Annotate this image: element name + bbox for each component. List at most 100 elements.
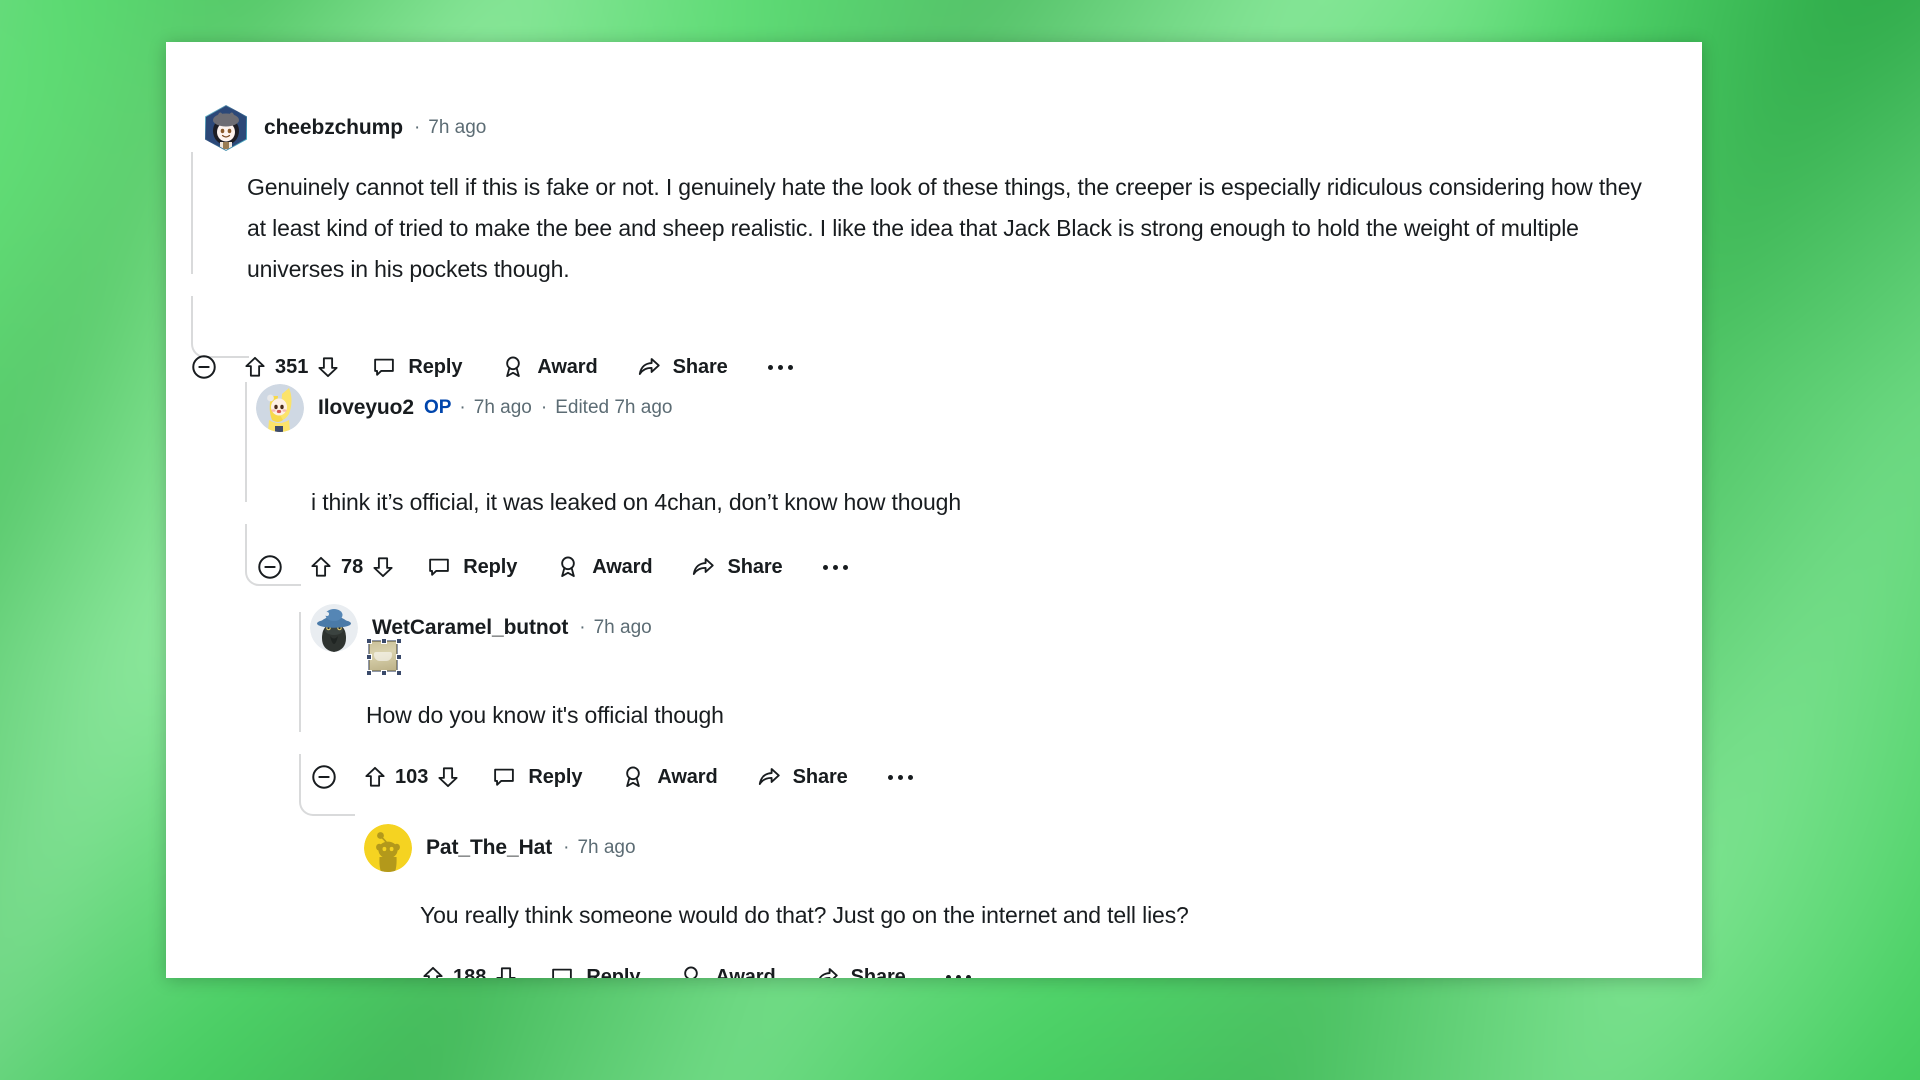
comment-4-reply-button[interactable]: Reply xyxy=(549,957,640,978)
share-arrow-icon xyxy=(818,968,838,978)
award-medal-icon xyxy=(684,966,699,978)
comment-1-reply-button[interactable]: Reply xyxy=(371,347,462,387)
thread-line-depth-3 xyxy=(299,612,301,732)
comment-1-timestamp: 7h ago xyxy=(428,117,487,138)
comment-bubble-icon xyxy=(429,558,450,576)
award-medal-icon xyxy=(626,766,641,788)
comment-4-actions: 188 Reply Award Share xyxy=(420,957,971,978)
comment-3-share-button[interactable]: Share xyxy=(756,757,848,797)
comment-3-vote-group: 103 xyxy=(362,764,461,790)
comment-3-separator: · xyxy=(579,617,586,638)
comment-1-header: cheebzchump · 7h ago xyxy=(202,104,486,152)
comment-3-score: 103 xyxy=(395,765,429,788)
anime-hexagon-avatar[interactable] xyxy=(202,104,250,152)
downvote-button[interactable] xyxy=(370,554,396,580)
comment-1-actions: 351 Reply Award Share xyxy=(190,347,793,387)
yellow-snoo-avatar[interactable] xyxy=(364,824,412,872)
blue-hat-beard-avatar[interactable] xyxy=(310,604,358,652)
upvote-button[interactable] xyxy=(242,354,268,380)
flair-handle-br xyxy=(396,670,402,676)
upvote-arrow-icon xyxy=(365,766,385,787)
comment-1-award-button[interactable]: Award xyxy=(500,347,598,387)
thread-line-depth-1 xyxy=(191,152,193,274)
comment-4-separator: · xyxy=(563,837,570,858)
award-label: Award xyxy=(715,965,776,979)
comment-bubble-icon xyxy=(494,768,515,786)
upvote-button[interactable] xyxy=(362,764,388,790)
share-arrow-icon xyxy=(638,358,660,375)
more-options-icon xyxy=(887,774,913,780)
reply-label: Reply xyxy=(408,355,463,378)
comment-2-edited: Edited 7h ago xyxy=(555,397,673,418)
more-options-icon xyxy=(767,364,793,370)
comment-3-header: WetCaramel_butnot · 7h ago xyxy=(310,604,652,652)
comment-1-score: 351 xyxy=(275,355,309,378)
more-options-icon xyxy=(945,974,971,978)
flair-handle-tl xyxy=(366,638,372,644)
reply-label: Reply xyxy=(463,555,518,578)
comment-3-more-button[interactable] xyxy=(887,757,913,797)
comment-2-header: Iloveyuo2 OP · 7h ago · Edited 7h ago xyxy=(256,384,672,432)
comment-2-score: 78 xyxy=(341,555,364,578)
comment-4-username[interactable]: Pat_The_Hat xyxy=(426,836,552,860)
share-arrow-icon xyxy=(758,768,780,785)
comment-1-separator: · xyxy=(413,117,421,138)
award-label: Award xyxy=(657,765,718,788)
downvote-button[interactable] xyxy=(435,764,461,790)
flair-handle-ml xyxy=(366,654,372,660)
flair-handle-bc xyxy=(381,670,387,676)
downvote-arrow-icon xyxy=(496,967,516,978)
share-arrow-icon xyxy=(693,558,715,575)
comment-3-timestamp: 7h ago xyxy=(593,617,652,638)
collapse-thread-button[interactable] xyxy=(256,547,284,587)
collapse-thread-button[interactable] xyxy=(310,757,338,797)
comment-2-vote-group: 78 xyxy=(308,554,396,580)
comment-3-award-button[interactable]: Award xyxy=(620,757,718,797)
comment-4-score: 188 xyxy=(453,965,487,979)
downvote-arrow-icon xyxy=(373,557,393,578)
minus-circle-icon xyxy=(312,765,336,789)
minecraft-sandstone-flair[interactable] xyxy=(366,638,402,676)
comment-2-share-button[interactable]: Share xyxy=(690,547,783,587)
upvote-button[interactable] xyxy=(420,964,446,978)
comment-4-award-button[interactable]: Award xyxy=(678,957,776,979)
minus-circle-icon xyxy=(192,355,216,379)
comment-4-timestamp: 7h ago xyxy=(577,837,636,858)
share-label: Share xyxy=(850,965,906,979)
comment-1-vote-group: 351 xyxy=(242,354,341,380)
comment-2-username[interactable]: Iloveyuo2 xyxy=(318,396,414,420)
reply-label: Reply xyxy=(586,965,641,979)
comment-2-award-button[interactable]: Award xyxy=(555,547,653,587)
comment-4-more-button[interactable] xyxy=(945,957,971,978)
downvote-button[interactable] xyxy=(493,964,519,978)
flair-handle-tc xyxy=(381,638,387,644)
comment-2-separator-1: · xyxy=(459,397,466,418)
comment-4-body: You really think someone would do that? … xyxy=(420,902,1189,928)
flair-handle-tr xyxy=(396,638,402,644)
award-medal-icon xyxy=(506,356,521,378)
flair-handle-mr xyxy=(396,654,402,660)
downvote-arrow-icon xyxy=(438,767,458,788)
banana-suit-avatar[interactable] xyxy=(256,384,304,432)
downvote-button[interactable] xyxy=(315,354,341,380)
comment-3-actions: 103 Reply Award Share xyxy=(310,757,913,797)
op-badge: OP xyxy=(423,397,452,418)
comment-2-reply-button[interactable]: Reply xyxy=(426,547,517,587)
award-label: Award xyxy=(537,355,598,378)
upvote-button[interactable] xyxy=(308,554,334,580)
comment-3-reply-button[interactable]: Reply xyxy=(491,757,582,797)
comment-3-username[interactable]: WetCaramel_butnot xyxy=(372,616,568,640)
reddit-comment-thread-card: cheebzchump · 7h ago Genuinely cannot te… xyxy=(166,42,1702,978)
comment-2-more-button[interactable] xyxy=(822,547,848,587)
comment-1-more-button[interactable] xyxy=(767,347,793,387)
share-label: Share xyxy=(727,555,783,578)
downvote-arrow-icon xyxy=(318,357,338,378)
collapse-thread-button[interactable] xyxy=(190,347,218,387)
comment-1-username[interactable]: cheebzchump xyxy=(264,116,403,140)
comment-1-share-button[interactable]: Share xyxy=(636,347,728,387)
comment-4-share-button[interactable]: Share xyxy=(814,957,906,978)
flair-handle-bl xyxy=(366,670,372,676)
comment-2-timestamp: 7h ago xyxy=(473,397,532,418)
comment-2-actions: 78 Reply Award Share xyxy=(256,547,848,587)
more-options-icon xyxy=(822,564,848,570)
